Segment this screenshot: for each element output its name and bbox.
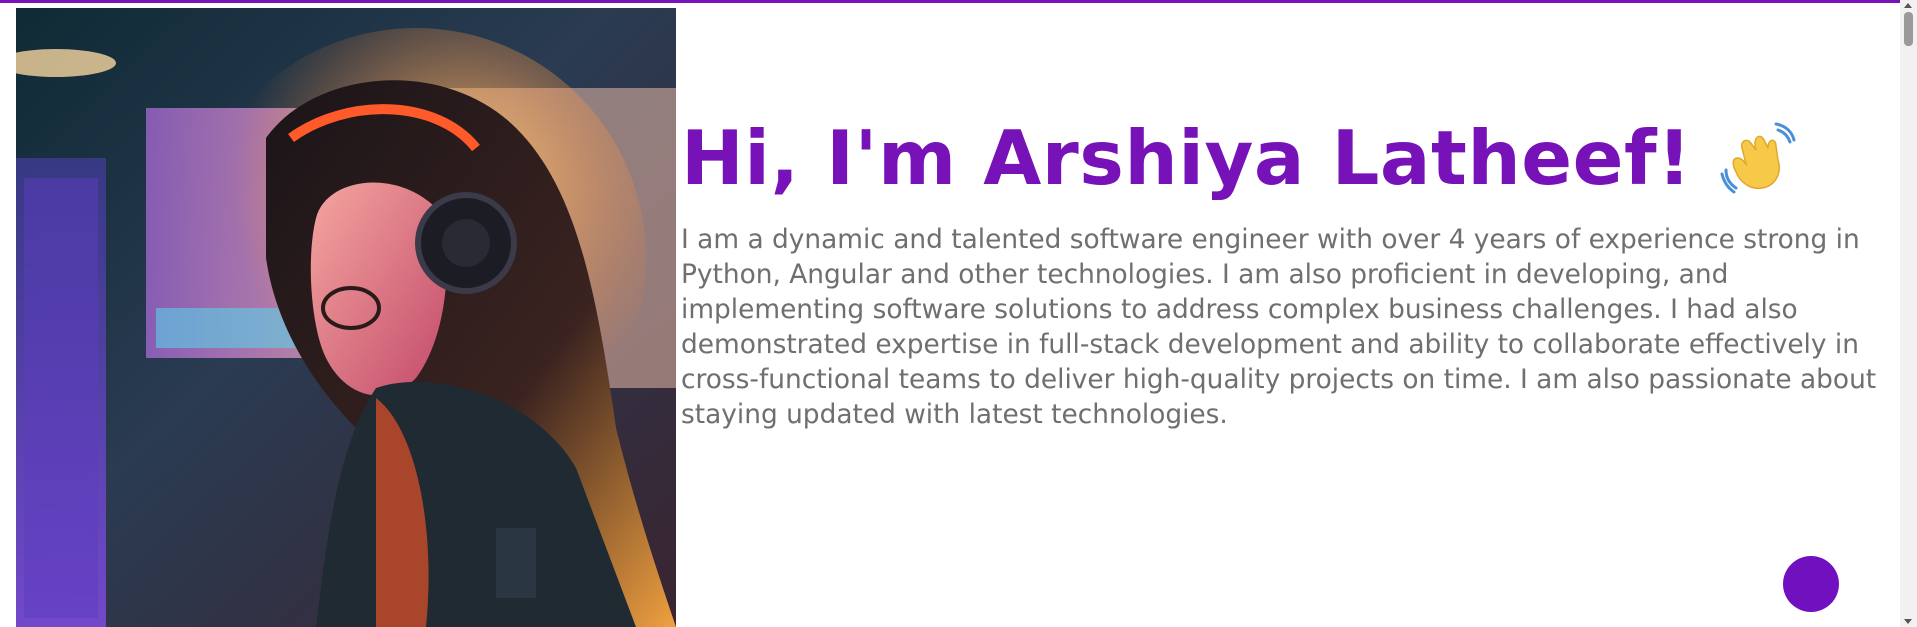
top-accent-border	[0, 0, 1900, 3]
scrollbar-thumb[interactable]	[1904, 12, 1913, 46]
page: Hi, I'm Arshiya Latheef! I am a dynamic …	[0, 0, 1917, 627]
hero-portrait-image	[16, 8, 676, 627]
scroll-up-arrow-icon[interactable]	[1904, 3, 1912, 8]
waving-hand-icon	[1720, 120, 1796, 196]
scroll-down-arrow-icon[interactable]	[1904, 619, 1912, 624]
hero-bio: I am a dynamic and talented software eng…	[681, 224, 1877, 430]
hero-title: Hi, I'm Arshiya Latheef!	[681, 114, 1692, 202]
title-row: Hi, I'm Arshiya Latheef!	[681, 108, 1886, 208]
hero-content: Hi, I'm Arshiya Latheef! I am a dynamic …	[681, 108, 1886, 432]
floating-action-button[interactable]	[1783, 556, 1839, 612]
vertical-scrollbar[interactable]	[1900, 0, 1917, 627]
